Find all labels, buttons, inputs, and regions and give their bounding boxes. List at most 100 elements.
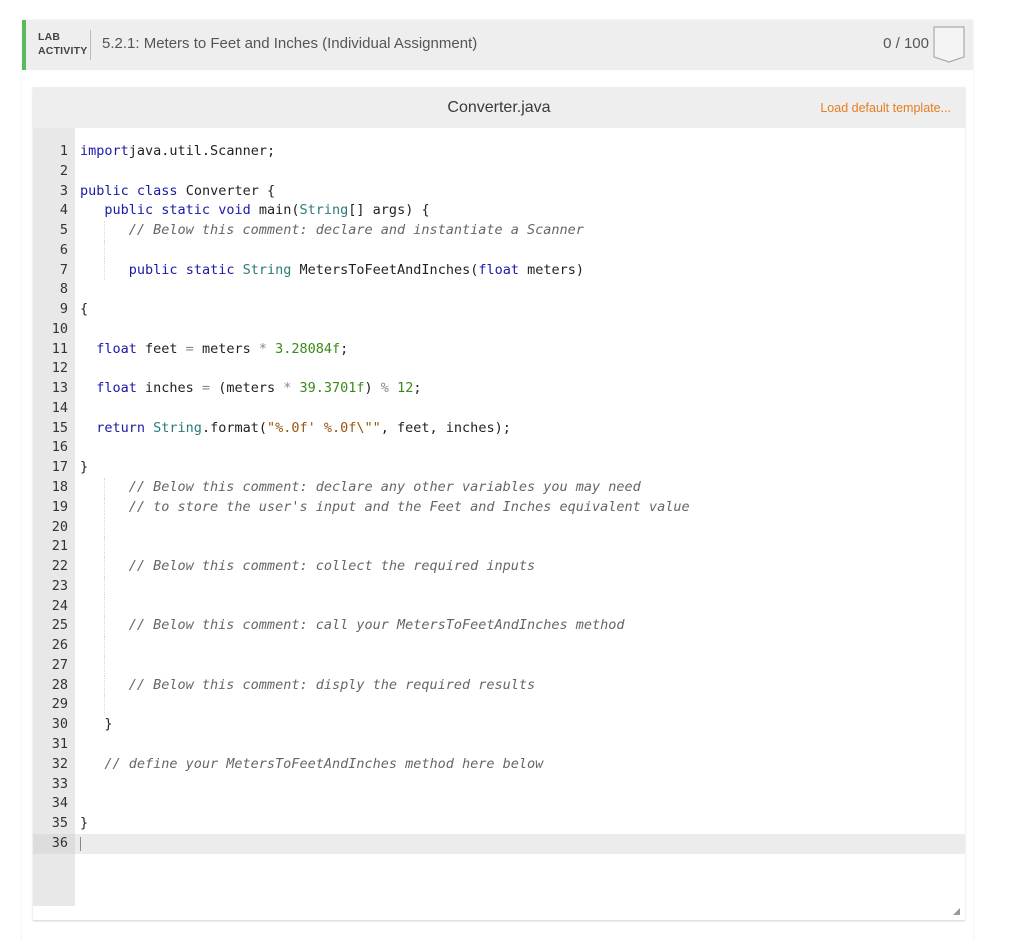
code-token: % <box>380 380 389 397</box>
code-line[interactable]: 18 // Below this comment: declare any oth… <box>33 478 965 498</box>
code-line[interactable]: 27 <box>33 655 965 676</box>
code-line[interactable]: 2 <box>33 162 965 182</box>
line-number: 34 <box>51 795 68 812</box>
activity-type-line1: LAB <box>38 31 61 43</box>
code-line[interactable]: 7 public static String MetersToFeetAndInc… <box>33 260 965 281</box>
indent-guide <box>104 675 106 696</box>
code-line[interactable]: 9{ <box>33 300 965 320</box>
line-number: 26 <box>51 637 68 654</box>
line-number: 31 <box>51 735 68 752</box>
line-number: 9 <box>59 301 68 318</box>
code-token: static <box>185 261 235 278</box>
code-line[interactable]: 17} <box>33 458 965 478</box>
line-text: // Below this comment: call your MetersT… <box>129 616 625 636</box>
indent-guide <box>104 497 106 518</box>
code-line[interactable]: 19 // to store the user's input and the F… <box>33 497 965 518</box>
line-number: 19 <box>51 498 68 515</box>
code-token: } <box>80 459 89 476</box>
code-token: public <box>104 202 154 219</box>
code-lines[interactable]: 1 importjava.util.Scanner; 2 3 public class … <box>33 142 965 854</box>
code-line[interactable]: 1 importjava.util.Scanner; <box>33 142 965 162</box>
code-line[interactable]: 33 <box>33 775 965 795</box>
indent-guide <box>104 221 106 241</box>
code-line[interactable]: 14 <box>33 399 965 419</box>
line-number: 1 <box>59 143 68 159</box>
line-text: } <box>104 715 112 735</box>
code-line[interactable]: 26 <box>33 636 965 656</box>
code-token: String <box>299 202 349 219</box>
line-number: 14 <box>51 399 68 416</box>
code-line[interactable]: 28 // Below this comment: disply the requ… <box>33 675 965 696</box>
code-line[interactable]: 10 <box>33 320 965 340</box>
code-line[interactable]: 32 // define your MetersToFeetAndInches m… <box>33 755 965 775</box>
code-token: feet <box>136 340 186 357</box>
code-token: public <box>128 261 178 278</box>
line-number: 22 <box>51 558 68 575</box>
line-number: 2 <box>59 162 68 179</box>
code-token: // Below this comment: collect the requi… <box>128 558 536 575</box>
code-token: String <box>242 261 292 278</box>
code-token: 3.28084f <box>275 340 341 357</box>
line-number: 3 <box>59 182 68 199</box>
code-token: float <box>96 380 137 397</box>
line-number: 25 <box>51 617 68 634</box>
code-token: "%.0f' %.0f\"" <box>266 419 381 436</box>
code-line[interactable]: 3 public class Converter { <box>33 182 965 202</box>
line-text: // to store the user's input and the Fee… <box>129 498 690 518</box>
code-token: // Below this comment: declare and insta… <box>128 222 584 239</box>
indent-guide <box>104 576 106 597</box>
line-text: return String.format("%.0f' %.0f\"", fee… <box>96 419 511 439</box>
code-line[interactable]: 24 <box>33 596 965 617</box>
code-line[interactable]: 22 // Below this comment: collect the req… <box>33 557 965 577</box>
code-line[interactable]: 4 public static void main(String[] args) … <box>33 201 965 221</box>
code-editor-panel: Converter.java Load default template... … <box>33 87 965 920</box>
indent-guide <box>104 557 106 577</box>
code-line[interactable]: 23 <box>33 576 965 597</box>
load-default-template-link[interactable]: Load default template... <box>820 101 951 115</box>
activity-type-label: LAB ACTIVITY <box>38 30 87 58</box>
code-token: * <box>258 340 267 357</box>
code-token: 39.3701f <box>299 380 365 397</box>
code-token: = <box>201 380 211 397</box>
code-line[interactable]: 21 <box>33 537 965 558</box>
code-token: meters <box>193 340 259 357</box>
code-line[interactable]: 16 <box>33 438 965 458</box>
code-token: MetersToFeetAndInches( <box>291 261 479 278</box>
code-line[interactable]: 34 <box>33 794 965 814</box>
code-line[interactable]: 5 // Below this comment: declare and inst… <box>33 221 965 241</box>
code-line[interactable]: 6 <box>33 240 965 261</box>
code-line[interactable]: 20 <box>33 517 965 538</box>
line-number: 5 <box>59 222 68 239</box>
code-token: (meters <box>210 380 284 397</box>
code-line[interactable]: 25 // Below this comment: call your Meter… <box>33 616 965 637</box>
code-line[interactable]: 31 <box>33 735 965 755</box>
code-line[interactable]: 35} <box>33 814 965 834</box>
code-token: // Below this comment: call your MetersT… <box>128 617 625 634</box>
code-line[interactable]: 36 <box>33 833 965 854</box>
line-text: { <box>80 300 88 320</box>
code-line[interactable]: 11 float feet = meters * 3.28084f; <box>33 340 965 360</box>
code-token: String <box>153 419 202 436</box>
code-token: // to store the user's input and the Fee… <box>128 498 690 515</box>
code-token: Converter { <box>177 182 276 199</box>
resize-handle-icon[interactable] <box>953 908 960 915</box>
indent-guide <box>104 537 106 558</box>
code-line[interactable]: 8 <box>33 280 965 300</box>
code-line[interactable]: 13 float inches = (meters * 39.3701f) % 1… <box>33 379 965 399</box>
code-line[interactable]: 29 <box>33 695 965 716</box>
line-number: 32 <box>51 755 68 772</box>
code-editor[interactable]: 1 importjava.util.Scanner; 2 3 public class … <box>33 128 965 906</box>
line-text: // Below this comment: declare and insta… <box>129 221 584 241</box>
code-token: import <box>80 143 129 159</box>
code-line[interactable]: 30} <box>33 715 965 735</box>
line-text: public static void main(String[] args) { <box>104 201 429 221</box>
indent-guide <box>104 695 106 716</box>
code-line[interactable]: 12 <box>33 359 965 379</box>
code-token: // Below this comment: declare any other… <box>128 479 641 496</box>
code-line[interactable]: 15 return String.format("%.0f' %.0f\"", f… <box>33 419 965 439</box>
code-token: float <box>478 261 519 278</box>
lab-activity-card: LAB ACTIVITY 5.2.1: Meters to Feet and I… <box>22 20 973 940</box>
